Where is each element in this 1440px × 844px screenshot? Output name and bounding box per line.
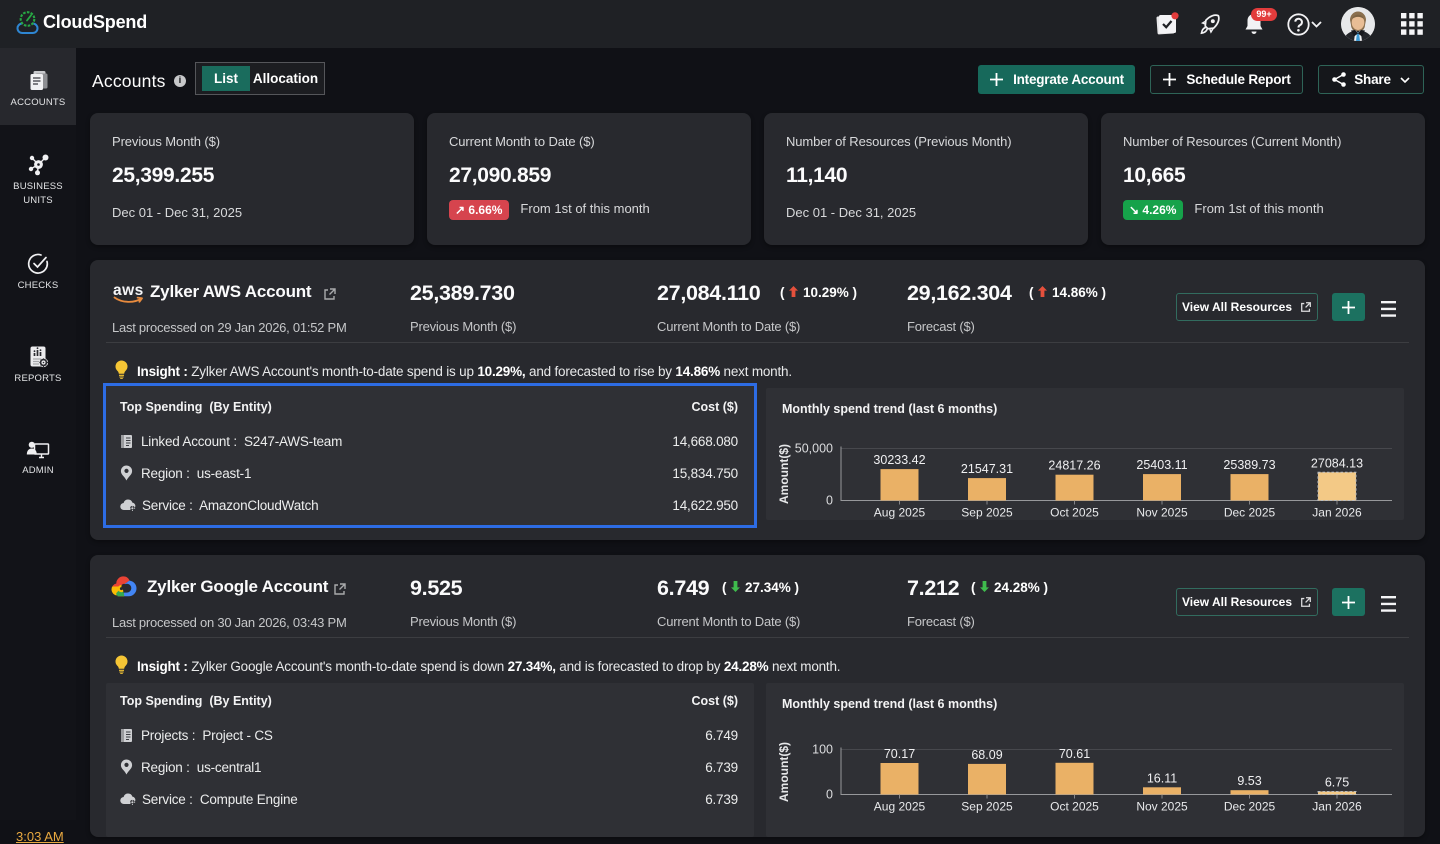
svg-text:Oct 2025: Oct 2025 <box>1050 800 1099 814</box>
svg-text:Aug 2025: Aug 2025 <box>874 506 926 520</box>
svg-text:21547.31: 21547.31 <box>961 462 1013 476</box>
svg-text:27084.13: 27084.13 <box>1311 456 1363 470</box>
svg-text:70.17: 70.17 <box>884 747 915 761</box>
svg-text:50,000: 50,000 <box>795 442 833 456</box>
svg-text:24817.26: 24817.26 <box>1048 459 1100 473</box>
svg-text:25403.11: 25403.11 <box>1136 458 1187 472</box>
svg-text:aws: aws <box>113 282 144 299</box>
svg-text:Jan 2026: Jan 2026 <box>1312 800 1362 814</box>
svg-text:16.11: 16.11 <box>1147 771 1177 785</box>
svg-text:Jan 2026: Jan 2026 <box>1312 506 1362 520</box>
svg-text:68.09: 68.09 <box>971 748 1002 762</box>
svg-text:0: 0 <box>826 788 833 802</box>
svg-text:Nov 2025: Nov 2025 <box>1136 800 1188 814</box>
svg-text:Aug 2025: Aug 2025 <box>874 800 926 814</box>
svg-text:100: 100 <box>812 743 833 757</box>
svg-text:Dec 2025: Dec 2025 <box>1224 506 1276 520</box>
svg-text:0: 0 <box>826 494 833 508</box>
svg-text:25389.73: 25389.73 <box>1223 458 1275 472</box>
svg-text:Nov 2025: Nov 2025 <box>1136 506 1188 520</box>
svg-text:9.53: 9.53 <box>1237 774 1261 788</box>
svg-text:Sep 2025: Sep 2025 <box>961 800 1013 814</box>
svg-text:Amount($): Amount($) <box>777 742 791 802</box>
svg-text:Dec 2025: Dec 2025 <box>1224 800 1276 814</box>
svg-text:70.61: 70.61 <box>1059 747 1090 761</box>
svg-text:Amount($): Amount($) <box>777 444 791 504</box>
svg-text:6.75: 6.75 <box>1325 776 1349 790</box>
svg-text:Sep 2025: Sep 2025 <box>961 506 1013 520</box>
svg-text:30233.42: 30233.42 <box>873 453 925 467</box>
svg-text:Oct 2025: Oct 2025 <box>1050 506 1099 520</box>
